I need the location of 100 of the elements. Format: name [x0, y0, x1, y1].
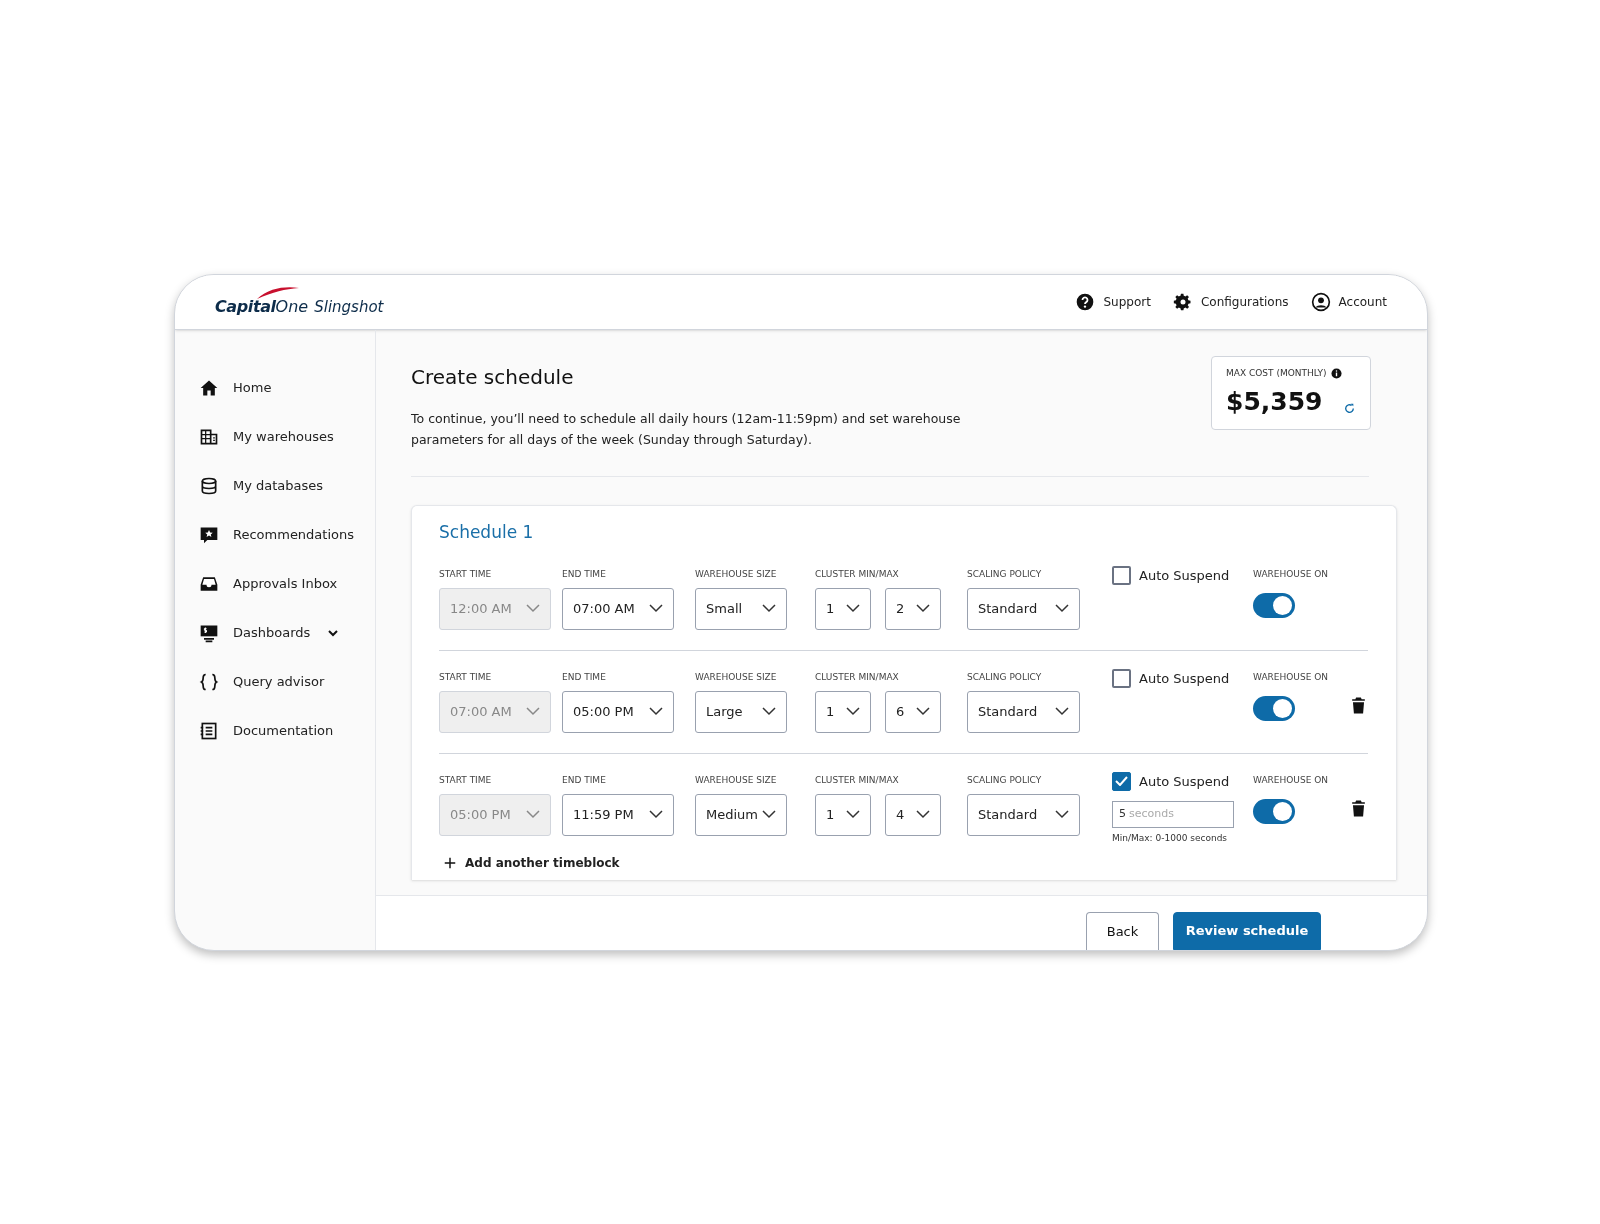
- dropdown: 05:00 PM: [439, 793, 551, 836]
- field-label: CLUSTER MIN/MAX: [815, 670, 900, 683]
- toggle-switch[interactable]: [1253, 695, 1295, 721]
- field-label: START TIME: [439, 670, 493, 683]
- sidebar-item[interactable]: Approvals Inbox: [199, 572, 375, 596]
- field-label: WAREHOUSE SIZE: [695, 773, 778, 786]
- home-icon: [199, 378, 219, 398]
- dropdown[interactable]: Standard: [967, 587, 1080, 630]
- settings-icon: [1172, 292, 1193, 312]
- dropdown[interactable]: 1: [815, 793, 871, 836]
- field-label: WAREHOUSE SIZE: [695, 670, 778, 683]
- dropdown[interactable]: Medium: [695, 793, 787, 836]
- dropdown[interactable]: 05:00 PM: [562, 690, 674, 733]
- chevron-down-icon: [526, 604, 540, 613]
- chevron-down-icon: [1055, 604, 1069, 613]
- checkbox[interactable]: [1112, 668, 1131, 688]
- chevron-down-icon: [846, 810, 860, 819]
- schedule-title: Schedule 1: [439, 521, 535, 544]
- sidebar-item[interactable]: Documentation: [199, 719, 375, 743]
- auto-suspend-checkbox[interactable]: Auto Suspend: [1112, 565, 1236, 585]
- field-label: SCALING POLICY: [967, 773, 1043, 786]
- chevron-down-icon: [526, 810, 540, 819]
- sidebar-item[interactable]: My databases: [199, 474, 375, 498]
- field-label: END TIME: [562, 567, 607, 580]
- dropdown: 07:00 AM: [439, 690, 551, 733]
- description-text: To continue, you’ll need to schedule all daily hours (12am-11:59pm) and set warehouse parameters for all days of the week (Sunday through Saturday).: [411, 410, 962, 449]
- dropdown[interactable]: Large: [695, 690, 787, 733]
- dropdown[interactable]: 11:59 PM: [562, 793, 674, 836]
- chevron-down-icon: [846, 707, 860, 716]
- building-icon: [199, 427, 219, 447]
- field-label: WAREHOUSE SIZE: [695, 567, 778, 580]
- field-label: WAREHOUSE ON: [1253, 670, 1330, 683]
- toggle-switch[interactable]: [1253, 592, 1295, 618]
- dropdown[interactable]: Small: [695, 587, 787, 630]
- header-link[interactable]: Support: [1075, 292, 1151, 312]
- chevron-down-icon: [916, 604, 930, 613]
- dropdown: 12:00 AM: [439, 587, 551, 630]
- account-icon: [1310, 292, 1331, 312]
- checkmark-icon: [1115, 776, 1128, 787]
- checkbox[interactable]: [1112, 565, 1131, 585]
- add-timeblock-button[interactable]: Add another timeblock: [443, 853, 620, 872]
- sidebar-item[interactable]: My warehouses: [199, 425, 375, 449]
- chevron-down-icon: [846, 604, 860, 613]
- help-icon: [1075, 292, 1096, 312]
- dropdown[interactable]: 1: [815, 690, 871, 733]
- chevron-down-icon: [1055, 707, 1069, 716]
- logo[interactable]: CapitalOne Slingshot: [215, 285, 384, 319]
- field-label: START TIME: [439, 773, 493, 786]
- info-icon: [1330, 368, 1342, 380]
- sidebar-item[interactable]: Query advisor: [199, 670, 375, 694]
- dropdown[interactable]: 4: [885, 793, 941, 836]
- dropdown[interactable]: Standard: [967, 793, 1080, 836]
- review-schedule-button[interactable]: Review schedule: [1173, 912, 1321, 950]
- chevron-down-icon: [526, 707, 540, 716]
- chevron-down-icon: [762, 810, 776, 819]
- field-label: CLUSTER MIN/MAX: [815, 773, 900, 786]
- field-label: START TIME: [439, 567, 493, 580]
- field-label: WAREHOUSE ON: [1253, 567, 1330, 580]
- auto-suspend-checkbox[interactable]: Auto Suspend: [1112, 771, 1236, 791]
- database-icon: [199, 476, 219, 496]
- trash-icon: [1349, 695, 1368, 715]
- caret-icon: [328, 629, 339, 637]
- inbox-icon: [199, 574, 219, 594]
- braces-icon: [199, 672, 219, 692]
- dropdown[interactable]: 6: [885, 690, 941, 733]
- sidebar-item[interactable]: Dashboards: [199, 621, 375, 645]
- dropdown[interactable]: 07:00 AM: [562, 587, 674, 630]
- field-label: CLUSTER MIN/MAX: [815, 567, 900, 580]
- chevron-down-icon: [1055, 810, 1069, 819]
- chevron-down-icon: [649, 810, 663, 819]
- dropdown[interactable]: 1: [815, 587, 871, 630]
- toggle-switch[interactable]: [1253, 798, 1295, 824]
- back-button[interactable]: Back: [1086, 912, 1159, 950]
- field-label: END TIME: [562, 773, 607, 786]
- cost-label: MAX COST (MONTHLY): [1226, 367, 1327, 380]
- chevron-down-icon: [762, 707, 776, 716]
- trash-icon: [1349, 798, 1368, 818]
- header-link[interactable]: Account: [1310, 292, 1387, 312]
- cost-value: $5,359: [1226, 385, 1323, 418]
- dropdown[interactable]: 2: [885, 587, 941, 630]
- monitor-dollar-icon: [199, 623, 219, 643]
- field-label: WAREHOUSE ON: [1253, 773, 1330, 786]
- header-link[interactable]: Configurations: [1172, 292, 1289, 312]
- field-label: SCALING POLICY: [967, 567, 1043, 580]
- hint-text: Min/Max: 0-1000 seconds: [1112, 832, 1229, 845]
- field-label: SCALING POLICY: [967, 670, 1043, 683]
- chevron-down-icon: [916, 707, 930, 716]
- sidebar-item[interactable]: Home: [199, 376, 375, 400]
- field-label: END TIME: [562, 670, 607, 683]
- dropdown[interactable]: Standard: [967, 690, 1080, 733]
- checkbox[interactable]: [1112, 771, 1131, 791]
- chevron-down-icon: [649, 604, 663, 613]
- document-list-icon: [199, 721, 219, 741]
- chevron-down-icon: [649, 707, 663, 716]
- sidebar-item[interactable]: Recommendations: [199, 523, 375, 547]
- suspend-seconds-field[interactable]: 5 seconds: [1112, 801, 1234, 828]
- auto-suspend-checkbox[interactable]: Auto Suspend: [1112, 668, 1236, 688]
- chevron-down-icon: [916, 810, 930, 819]
- plus-icon: [443, 855, 457, 870]
- chevron-down-icon: [762, 604, 776, 613]
